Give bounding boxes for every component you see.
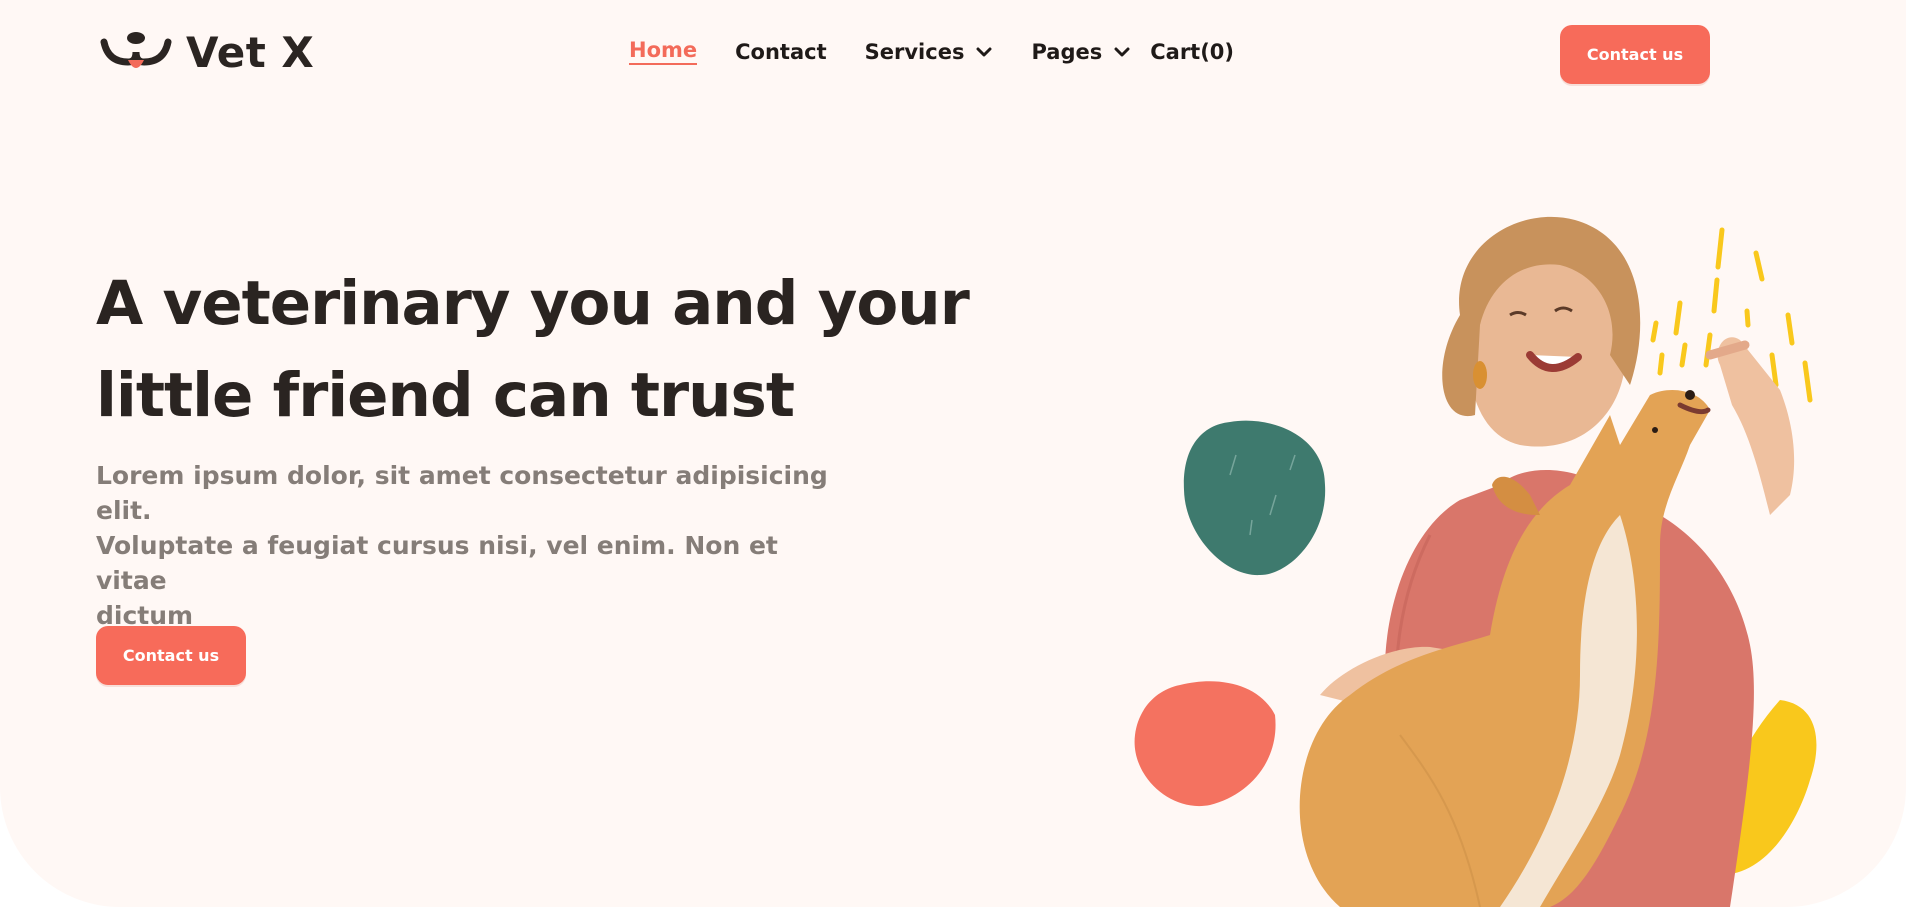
main-nav: Home Contact Services Pages Cart(0) [629, 38, 1234, 65]
teal-blob [1183, 420, 1326, 576]
nav-services-label: Services [864, 39, 965, 64]
nav-home[interactable]: Home [629, 38, 698, 65]
header-contact-button[interactable]: Contact us [1560, 25, 1710, 84]
nav-cart[interactable]: Cart(0) [1150, 40, 1234, 64]
hero-title-line-2: little friend can trust [96, 360, 795, 431]
nav-services[interactable]: Services [865, 40, 993, 64]
brand-logo[interactable]: Vet X [98, 28, 314, 77]
hero-contact-button[interactable]: Contact us [96, 626, 246, 685]
paw-smile-icon [100, 31, 172, 68]
hero-subtitle: Lorem ipsum dolor, sit amet consectetur … [96, 458, 856, 633]
brand-name: Vet X [186, 28, 315, 77]
nav-pages[interactable]: Pages [1031, 40, 1130, 64]
nav-contact[interactable]: Contact [735, 40, 827, 64]
coral-blob [1134, 681, 1276, 807]
hero-subtitle-line-2: Voluptate a feugiat cursus nisi, vel eni… [96, 531, 778, 595]
page: Vet X Home Contact Services Pages Cart(0… [0, 0, 1906, 907]
hero-title: A veterinary you and your little friend … [96, 258, 976, 442]
chevron-down-icon [1114, 47, 1130, 56]
chevron-down-icon [976, 47, 992, 56]
hero-title-line-1: A veterinary you and your [96, 268, 970, 339]
nav-pages-label: Pages [1031, 39, 1103, 64]
hero-subtitle-line-1: Lorem ipsum dolor, sit amet consectetur … [96, 461, 828, 525]
hero-illustration [1134, 216, 1817, 907]
